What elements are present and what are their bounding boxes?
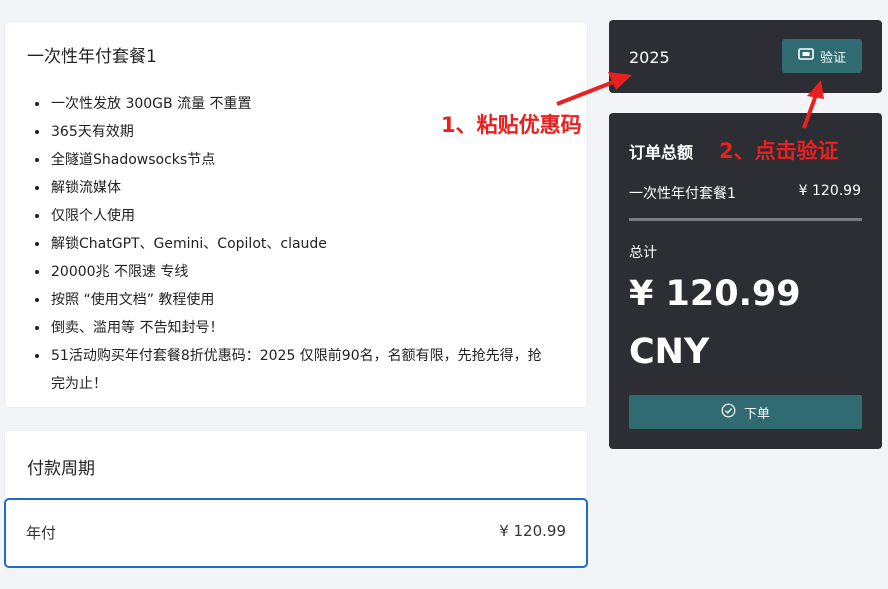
arrow-to-coupon-input [556,72,632,106]
annotation-arrows [556,72,824,129]
arrow-to-verify-button [802,80,824,129]
